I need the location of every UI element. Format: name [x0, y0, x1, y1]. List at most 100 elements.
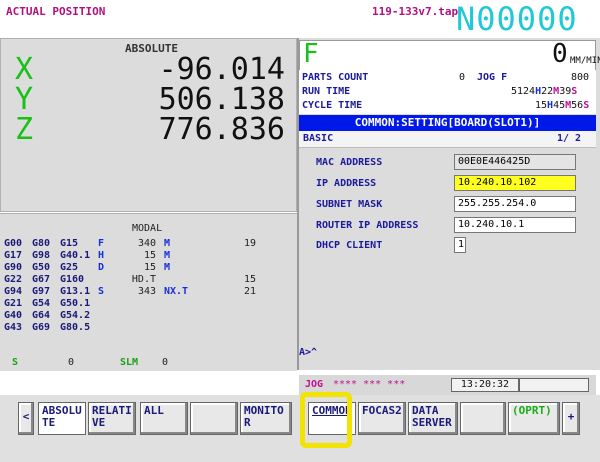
- modal-cell: G97: [32, 286, 51, 297]
- modal-cell: G43: [4, 322, 23, 333]
- param-label-router: ROUTER IP ADDRESS: [316, 220, 419, 231]
- param-label-ip: IP ADDRESS: [316, 178, 377, 189]
- modal-cell: G50.1: [60, 298, 91, 309]
- setting-title-bar: COMMON:SETTING[BOARD(SLOT1)]: [299, 115, 596, 131]
- modal-cell: M: [164, 238, 171, 249]
- softkey-all[interactable]: ALL: [140, 402, 188, 435]
- modal-cell: D: [98, 262, 105, 273]
- param-row-router[interactable]: ROUTER IP ADDRESS 10.240.10.1: [312, 217, 588, 235]
- run-time-seconds: 39: [559, 86, 572, 97]
- modal-cell: NX.T: [164, 286, 189, 297]
- header-bar: ACTUAL POSITION 119-133v7.tap N00000: [0, 0, 600, 38]
- status-mode: JOG: [305, 379, 324, 390]
- modal-cell: G94: [4, 286, 23, 297]
- softkey-relative[interactable]: RELATI VE: [88, 402, 136, 435]
- modal-cell: G40: [4, 310, 23, 321]
- feed-unit: MM/MIN: [570, 56, 600, 66]
- modal-cell: G160: [60, 274, 85, 285]
- param-row-ip[interactable]: IP ADDRESS 10.240.10.102: [312, 175, 588, 193]
- modal-cell: G17: [4, 250, 23, 261]
- softkey-relative-line2: VE: [92, 416, 106, 429]
- softkey-prev[interactable]: <: [18, 402, 34, 435]
- param-row-subnet[interactable]: SUBNET MASK 255.255.254.0: [312, 196, 588, 214]
- softkey-absolute-line2: TE: [42, 416, 56, 429]
- softkey-next[interactable]: +: [562, 402, 580, 435]
- subnet-mask-field[interactable]: 255.255.254.0: [454, 196, 576, 212]
- modal-cell: 21: [243, 286, 256, 297]
- modal-cell: 15: [143, 250, 156, 261]
- modal-cell: 343: [137, 286, 156, 297]
- softkey-monitor[interactable]: MONITO R: [240, 402, 292, 435]
- run-time-label: RUN TIME: [302, 86, 351, 97]
- modal-cell: G22: [4, 274, 23, 285]
- param-label-subnet: SUBNET MASK: [316, 199, 383, 210]
- modal-title: MODAL: [132, 223, 163, 234]
- cycle-time-minutes: 45: [553, 100, 566, 111]
- modal-cell: 15: [243, 274, 256, 285]
- modal-cell: S: [98, 286, 105, 297]
- modal-cell: G21: [4, 298, 23, 309]
- modal-cell: G50: [32, 262, 51, 273]
- modal-cell: 19: [243, 238, 256, 249]
- slm-label: SLM: [120, 357, 139, 368]
- modal-panel: MODAL G00 G80 G15 F 340 M 19 G17 G98 G40.1 H 15 M G90…: [0, 213, 297, 371]
- jog-feed-value: 800: [571, 72, 590, 83]
- dhcp-client-field[interactable]: 1: [454, 237, 466, 253]
- setting-section-row: BASIC 1/ 2: [299, 131, 596, 148]
- ip-address-field[interactable]: 10.240.10.102: [454, 175, 576, 191]
- softkey-absolute[interactable]: ABSOLU TE: [38, 402, 86, 435]
- cycle-time-label: CYCLE TIME: [302, 100, 363, 111]
- modal-cell: 340: [137, 238, 156, 249]
- axis-z-value: 776.836: [158, 112, 285, 147]
- softkey-blank-1[interactable]: [190, 402, 238, 435]
- slm-value: 0: [162, 357, 169, 368]
- setting-page: 1/ 2: [557, 133, 582, 144]
- parts-count-value: 0: [459, 72, 466, 83]
- modal-cell: 15: [143, 262, 156, 273]
- key-input-prompt[interactable]: A>^: [299, 347, 596, 361]
- position-panel: ABSOLUTE X -96.014 Y 506.138 Z 776.836: [0, 38, 297, 212]
- modal-cell: HD.T: [131, 274, 156, 285]
- counters-panel: PARTS COUNT 0 JOG F 800 RUN TIME 5124H22…: [299, 70, 596, 114]
- program-name: 119-133v7.tap: [372, 5, 459, 18]
- mac-address-field: 00E0E446425D: [454, 154, 576, 170]
- highlight-box: [300, 392, 352, 448]
- router-ip-field[interactable]: 10.240.10.1: [454, 217, 576, 233]
- modal-cell: G67: [32, 274, 51, 285]
- softkey-blank-2[interactable]: [460, 402, 506, 435]
- cycle-time-value: 15H45M56S: [535, 100, 590, 111]
- run-time-hours: 5124: [511, 86, 536, 97]
- softkey-monitor-line2: R: [244, 416, 251, 429]
- modal-cell: F: [98, 238, 105, 249]
- softkey-data-server-line2: SERVER: [412, 416, 452, 429]
- feed-label: F: [303, 39, 319, 69]
- param-label-mac: MAC ADDRESS: [316, 157, 383, 168]
- status-clock: 13:20:32: [451, 378, 519, 392]
- screen-title: ACTUAL POSITION: [6, 5, 106, 18]
- param-row-dhcp[interactable]: DHCP CLIENT 1: [312, 237, 588, 255]
- parts-count-label: PARTS COUNT: [302, 72, 369, 83]
- modal-cell: G69: [32, 322, 51, 333]
- param-label-dhcp: DHCP CLIENT: [316, 240, 383, 251]
- cycle-time-seconds: 56: [571, 100, 584, 111]
- modal-cell: G54.2: [60, 310, 91, 321]
- softkey-data-server[interactable]: DATA SERVER: [408, 402, 458, 435]
- axis-z-label: Z: [15, 112, 34, 147]
- status-empty-box: [519, 378, 589, 392]
- modal-cell: M: [164, 250, 171, 261]
- param-row-mac: MAC ADDRESS 00E0E446425D: [312, 154, 588, 172]
- cycle-time-hours: 15: [535, 100, 548, 111]
- modal-cell: G80.5: [60, 322, 91, 333]
- modal-cell: G15: [60, 238, 79, 249]
- spindle-label: S: [12, 357, 19, 368]
- feed-value: 0: [552, 39, 568, 69]
- modal-cell: G64: [32, 310, 51, 321]
- run-time-value: 5124H22M39S: [511, 86, 578, 97]
- softkey-focas2[interactable]: FOCAS2: [358, 402, 406, 435]
- status-stars: **** *** ***: [333, 379, 406, 390]
- softkey-oprt[interactable]: (OPRT): [508, 402, 560, 435]
- modal-cell: G00: [4, 238, 23, 249]
- program-number: N00000: [456, 0, 578, 38]
- modal-cell: G40.1: [60, 250, 91, 261]
- modal-cell: G98: [32, 250, 51, 261]
